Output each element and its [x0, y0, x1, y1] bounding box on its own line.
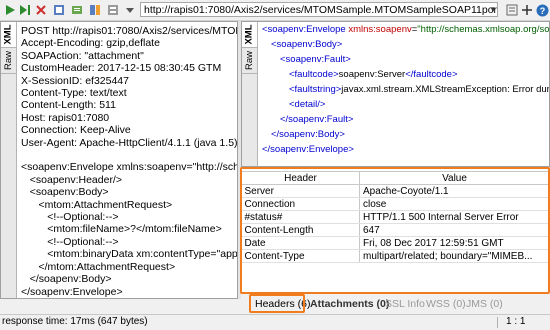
xml-line: <soapenv:Fault> — [280, 54, 351, 65]
request-line: Accept-Encoding: gzip,deflate — [21, 37, 160, 50]
cursor-position: 1 : 1 — [506, 316, 526, 327]
request-line: <soapenv:Body> — [21, 186, 109, 199]
xml-line: <faultcode>soapenv:Server</faultcode> — [289, 69, 458, 80]
response-time-text: response time: 17ms (647 bytes) — [2, 316, 148, 327]
request-line — [21, 149, 237, 161]
request-line: X-SessionID: ef325447 — [21, 74, 129, 87]
request-line: <soapenv:Header/> — [21, 173, 122, 186]
request-line: Connection: Keep-Alive — [21, 124, 131, 137]
help-icon[interactable]: ? — [535, 3, 549, 17]
xml-line: </soapenv:Body> — [271, 129, 345, 140]
tab-ssl-info[interactable]: SSL Info — [385, 297, 425, 311]
toolbar: http://rapis01:7080/Axis2/services/MTOMS… — [0, 0, 550, 21]
dropdown-icon[interactable] — [123, 3, 137, 17]
xml-line: <detail/> — [289, 99, 326, 110]
tab-attachments[interactable]: Attachments (0) — [310, 297, 389, 311]
wsdl-ops-icon[interactable] — [505, 3, 519, 17]
request-line: <soapenv:Envelope xmlns:soapenv="http://… — [21, 161, 238, 174]
tab-jms[interactable]: JMS (0) — [466, 297, 503, 311]
status-divider — [497, 317, 498, 328]
request-view-tabs: XML Raw — [1, 22, 17, 298]
request-line: POST http://rapis01:7080/Axis2/services/… — [21, 25, 237, 37]
status-bar: response time: 17ms (647 bytes) 1 : 1 — [0, 314, 550, 330]
svg-text:?: ? — [539, 6, 545, 16]
request-line: </mtom:AttachmentRequest> — [21, 260, 176, 273]
request-line: Content-Length: 511 — [21, 99, 116, 112]
wsdl-icon[interactable] — [70, 3, 84, 17]
request-line: User-Agent: Apache-HttpClient/4.1.1 (jav… — [21, 136, 238, 149]
add-icon[interactable] — [520, 3, 534, 17]
endpoint-url-field[interactable]: http://rapis01:7080/Axis2/services/MTOMS… — [140, 2, 498, 17]
submit-icon[interactable] — [3, 3, 17, 17]
request-line: <mtom:binaryData xm:contentType="applica — [21, 248, 238, 261]
request-line: Host: rapis01:7080 — [21, 111, 110, 124]
request-line: </soapenv:Envelope> — [21, 285, 123, 298]
cancel-icon[interactable] — [34, 3, 48, 17]
headers-highlight-box — [240, 167, 550, 294]
request-line: <!--Optional:--> — [21, 235, 119, 248]
xml-line: <soapenv:Body> — [271, 39, 343, 50]
xml-line: </soapenv:Fault> — [280, 114, 354, 125]
add-step-icon[interactable] — [52, 3, 66, 17]
request-line: SOAPAction: "attachment" — [21, 49, 144, 62]
tab-response-xml[interactable]: XML — [242, 22, 257, 48]
request-raw-text[interactable]: POST http://rapis01:7080/Axis2/services/… — [21, 25, 238, 298]
url-dropdown-icon[interactable]: ▼ — [489, 3, 498, 16]
request-line: <mtom:fileName>?</mtom:fileName> — [21, 223, 222, 236]
submit-green-icon[interactable] — [18, 3, 32, 17]
response-xml-view[interactable]: <soapenv:Envelope xmlns:soapenv="http://… — [262, 22, 550, 157]
response-pane[interactable]: XML Raw <soapenv:Envelope xmlns:soapenv=… — [241, 21, 550, 167]
request-line: Content-Type: text/text — [21, 87, 127, 100]
request-line: <!--Optional:--> — [21, 211, 119, 224]
xml-line: </soapenv:Envelope> — [262, 144, 354, 155]
request-line: <mtom:AttachmentRequest> — [21, 198, 173, 211]
xml-line: <faultstring>javax.xml.stream.XMLStreamE… — [289, 84, 550, 95]
xml-line: <soapenv:Envelope xmlns:soapenv="http://… — [262, 24, 550, 35]
request-line: </soapenv:Body> — [21, 273, 112, 286]
response-view-tabs: XML Raw — [242, 22, 258, 166]
tab-request-raw[interactable]: Raw — [1, 48, 16, 74]
settings-icon[interactable] — [106, 3, 120, 17]
headers-tab-highlight — [249, 294, 305, 313]
request-line: CustomHeader: 2017-12-15 08:30:45 GTM — [21, 62, 222, 75]
request-pane[interactable]: XML Raw POST http://rapis01:7080/Axis2/s… — [0, 21, 238, 299]
tab-request-xml[interactable]: XML — [1, 22, 16, 48]
tab-wss[interactable]: WSS (0) — [426, 297, 466, 311]
tab-response-raw[interactable]: Raw — [242, 48, 257, 74]
endpoint-icon[interactable] — [88, 3, 102, 17]
